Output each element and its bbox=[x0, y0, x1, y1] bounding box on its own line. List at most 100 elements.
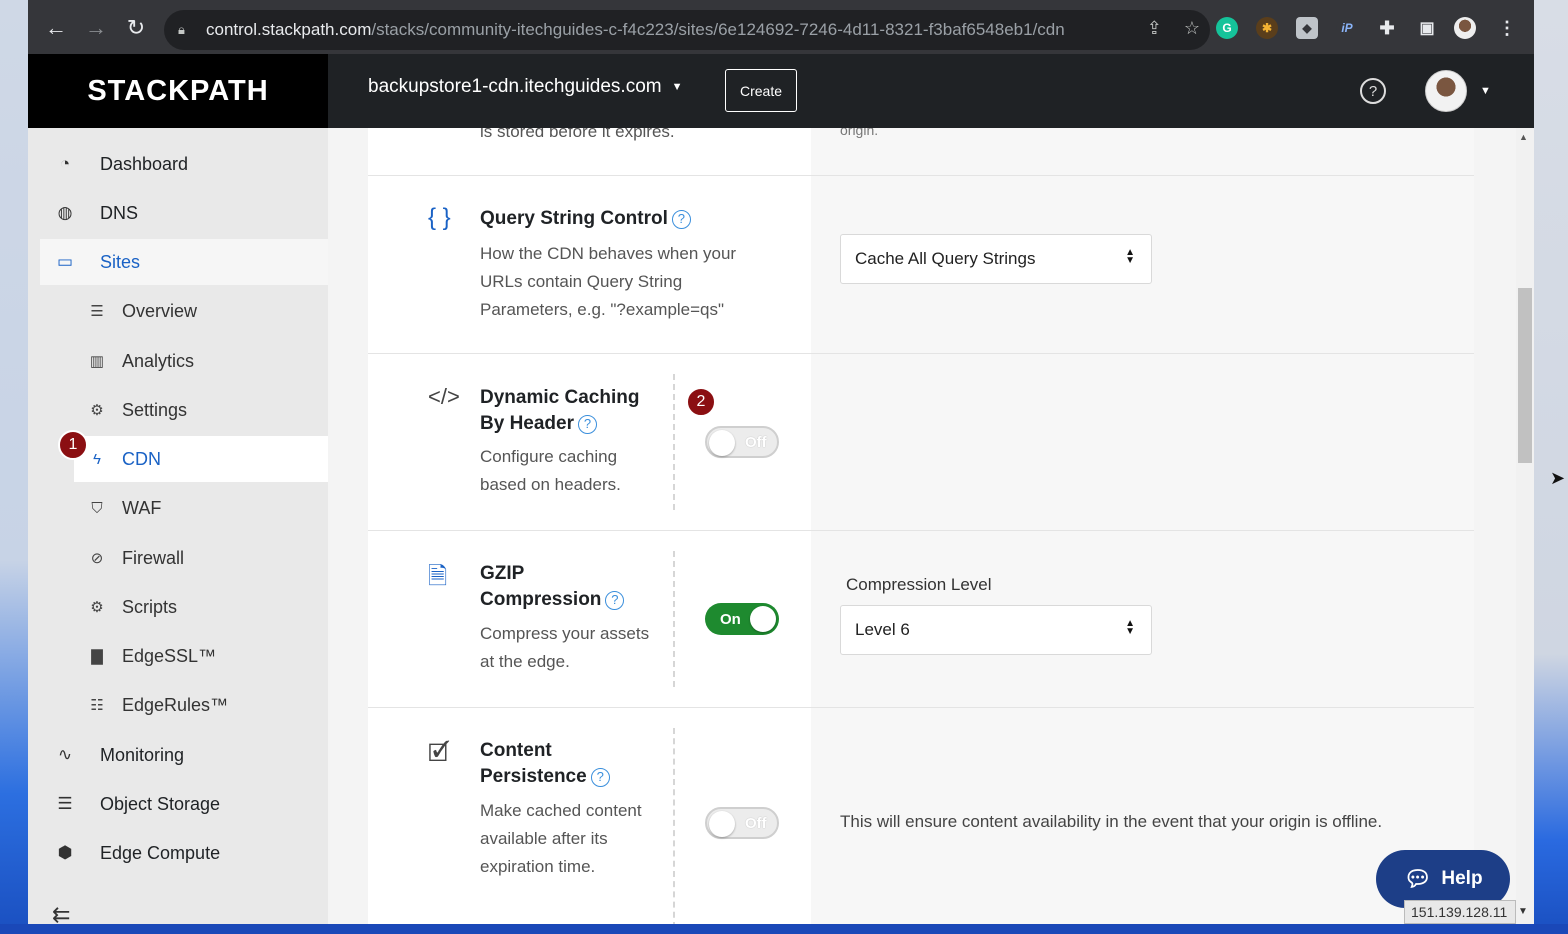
chat-bubble-icon: 💬︎ bbox=[1403, 866, 1432, 891]
gzip-toggle[interactable]: On bbox=[705, 603, 779, 635]
sort-arrows-icon: ▲ ▼ bbox=[1125, 618, 1135, 637]
grammarly-extension-icon[interactable]: G bbox=[1216, 17, 1238, 39]
caret-down-icon[interactable]: ▼ bbox=[1480, 85, 1491, 97]
sidebar-item-label: Sites bbox=[100, 251, 141, 272]
card-query-string-control: { } Query String Control? How the CDN be… bbox=[368, 176, 1474, 354]
help-question-icon[interactable]: ? bbox=[671, 209, 691, 229]
card-dynamic-caching: </> Dynamic Caching By Header? Configure … bbox=[368, 354, 1474, 531]
user-avatar[interactable] bbox=[1425, 70, 1467, 112]
persistence-note: This will ensure content availability in… bbox=[840, 812, 1383, 831]
stackpath-logo: STACKPATH bbox=[87, 74, 269, 107]
compression-level-select[interactable]: Level 6 ▲ ▼ bbox=[840, 605, 1152, 655]
annotation-badge-2: 2 bbox=[686, 387, 716, 417]
help-question-icon[interactable]: ? bbox=[578, 414, 597, 434]
back-arrow-icon[interactable]: ← bbox=[36, 8, 76, 48]
braces-icon: { } bbox=[428, 204, 451, 231]
sidebar-subitem-cdn[interactable]: ϟ CDN bbox=[74, 436, 328, 482]
help-question-icon[interactable]: ? bbox=[1360, 78, 1386, 104]
sidebar-subitem-overview[interactable]: ☰ Overview bbox=[74, 288, 328, 334]
site-selector[interactable]: backupstore1-cdn.itechguides.com ▼ bbox=[368, 76, 683, 98]
toggle-label: Off bbox=[745, 433, 767, 451]
sidebar-subitem-label: WAF bbox=[122, 497, 162, 518]
puzzle-extensions-icon[interactable]: ✚ bbox=[1376, 17, 1398, 39]
browser-toolbar: ← → ↻ 🔒︎ control.stackpath.com/stacks/co… bbox=[28, 0, 1534, 54]
side-panel-icon[interactable]: ▣ bbox=[1416, 17, 1438, 39]
ip-extension-icon[interactable]: iP bbox=[1336, 17, 1358, 39]
shield-extension-icon[interactable]: ◆ bbox=[1296, 17, 1318, 39]
dynamic-caching-toggle[interactable]: Off bbox=[705, 426, 779, 458]
sidebar-subitem-edgessl[interactable]: ▇ EdgeSSL™ bbox=[74, 633, 328, 679]
gzip-title-line1: GZIP bbox=[480, 563, 525, 584]
sidebar-subitem-label: EdgeRules™ bbox=[122, 694, 229, 715]
sidebar-item-edge-compute[interactable]: ⬢ Edge Compute bbox=[40, 830, 328, 876]
sidebar-subitem-label: EdgeSSL™ bbox=[122, 645, 217, 666]
logo-container[interactable]: STACKPATH bbox=[28, 54, 328, 128]
toggle-knob bbox=[750, 606, 776, 632]
profile-avatar-icon[interactable] bbox=[1454, 17, 1476, 39]
cube-icon: ⬢ bbox=[57, 843, 73, 862]
persistence-title-line1: Content bbox=[480, 740, 552, 761]
browser-menu-icon[interactable]: ⋮ bbox=[1496, 17, 1518, 39]
desktop-background-right bbox=[1534, 0, 1568, 934]
scrollbar-track[interactable] bbox=[1516, 128, 1534, 924]
lock-icon[interactable]: 🔒︎ bbox=[178, 22, 194, 38]
card-gzip-compression: 🗎︎ GZIP Compression? Compress your assets… bbox=[368, 531, 1474, 708]
card-content-persistence: 🗹︎ Content Persistence? Make cached conte… bbox=[368, 708, 1474, 924]
sidebar: ◔ Dashboard ◍ DNS ▭ Sites ☰ Overview ▥ A… bbox=[28, 128, 328, 924]
globe-icon: ◍ bbox=[57, 203, 73, 222]
collapse-sidebar-icon[interactable]: ⇇ bbox=[52, 902, 70, 924]
scroll-up-icon[interactable]: ▲ bbox=[1519, 132, 1528, 142]
persistence-desc: Make cached content available after its … bbox=[480, 801, 642, 876]
browser-window-icon: ▭ bbox=[56, 252, 74, 271]
scrollbar-thumb[interactable] bbox=[1518, 288, 1532, 463]
query-string-title: Query String Control? bbox=[480, 206, 691, 232]
sidebar-item-dns[interactable]: ◍ DNS bbox=[40, 190, 328, 236]
sidebar-subitem-waf[interactable]: ⛉ WAF bbox=[74, 485, 328, 531]
sidebar-subitem-edgerules[interactable]: ☷ EdgeRules™ bbox=[74, 682, 328, 728]
help-question-icon[interactable]: ? bbox=[605, 590, 625, 610]
toggle-knob bbox=[709, 811, 735, 837]
bookmark-star-icon[interactable]: ☆ bbox=[1184, 18, 1200, 39]
toggle-knob bbox=[709, 430, 735, 456]
caret-down-icon[interactable]: ▼ bbox=[1518, 906, 1528, 917]
url-host: control.stackpath.com bbox=[206, 20, 372, 39]
sidebar-item-sites[interactable]: ▭ Sites bbox=[40, 239, 328, 285]
query-string-select[interactable]: Cache All Query Strings ▲ ▼ bbox=[840, 234, 1152, 284]
sidebar-item-monitoring[interactable]: ∿ Monitoring bbox=[40, 732, 328, 778]
shield-icon: ⛉ bbox=[91, 499, 103, 517]
compression-level-label: Compression Level bbox=[846, 575, 992, 594]
toggle-label: Off bbox=[745, 814, 767, 832]
dynamic-caching-desc: Configure caching based on headers. bbox=[480, 447, 621, 494]
sidebar-subitem-scripts[interactable]: ⚙ Scripts bbox=[74, 584, 328, 630]
reload-icon[interactable]: ↻ bbox=[116, 8, 156, 48]
app-header: STACKPATH backupstore1-cdn.itechguides.c… bbox=[28, 54, 1534, 128]
sidebar-subitem-label: Firewall bbox=[122, 547, 185, 568]
address-bar[interactable]: 🔒︎ control.stackpath.com/stacks/communit… bbox=[164, 10, 1210, 50]
previous-desc-fragment: is stored before it expires. bbox=[480, 128, 675, 141]
sidebar-subitem-label: Settings bbox=[122, 399, 188, 420]
persistence-toggle[interactable]: Off bbox=[705, 807, 779, 839]
desktop-background-bottom bbox=[0, 924, 1568, 934]
dynamic-caching-title-line1: Dynamic Caching bbox=[480, 387, 640, 408]
sidebar-item-dashboard[interactable]: ◔ Dashboard bbox=[40, 141, 328, 187]
share-icon[interactable]: ⇪ bbox=[1147, 18, 1162, 39]
sidebar-item-object-storage[interactable]: ☰ Object Storage bbox=[40, 781, 328, 827]
forward-arrow-icon[interactable]: → bbox=[76, 8, 116, 48]
create-button[interactable]: Create bbox=[725, 69, 797, 112]
database-icon: ☰ bbox=[57, 794, 73, 813]
extension-icon[interactable]: ✱ bbox=[1256, 17, 1278, 39]
sidebar-subitem-label: Analytics bbox=[122, 350, 195, 371]
help-question-icon[interactable]: ? bbox=[590, 767, 610, 787]
sidebar-subitem-firewall[interactable]: ⊘ Firewall bbox=[74, 535, 328, 581]
gears-icon: ⚙ bbox=[90, 599, 104, 616]
bar-chart-icon: ▥ bbox=[89, 353, 105, 370]
sidebar-item-label: Object Storage bbox=[100, 793, 221, 814]
browser-window: ← → ↻ 🔒︎ control.stackpath.com/stacks/co… bbox=[28, 0, 1534, 924]
gzip-desc: Compress your assets at the edge. bbox=[480, 624, 650, 671]
main-content: is stored before it expires. origin. { }… bbox=[328, 128, 1534, 924]
select-value: Cache All Query Strings bbox=[855, 249, 1036, 268]
persistence-title: Content Persistence? bbox=[480, 738, 610, 790]
sidebar-subitem-settings[interactable]: ⚙ Settings bbox=[74, 387, 328, 433]
sidebar-subitem-analytics[interactable]: ▥ Analytics bbox=[74, 338, 328, 384]
code-icon: </> bbox=[428, 384, 460, 409]
